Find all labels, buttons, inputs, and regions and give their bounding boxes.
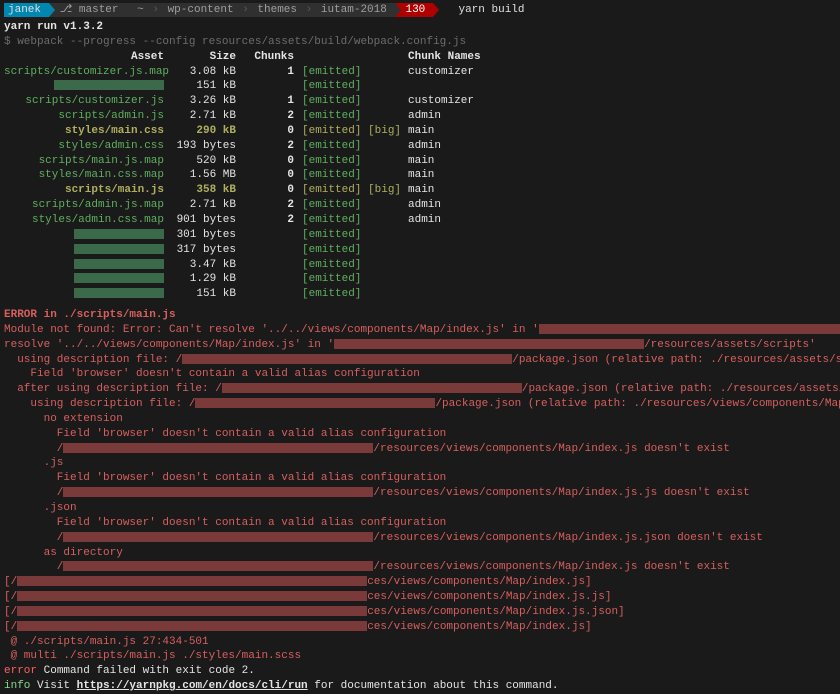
crumb-user: janek [4, 3, 49, 17]
crumb-path: ~ › wp-content › themes › iutam-2018 [127, 3, 395, 17]
error-line: using description file: //package.json (… [0, 397, 840, 412]
col-asset: Asset [4, 50, 172, 65]
error-line: [/ces/views/components/Map/index.js.js] [0, 590, 840, 605]
table-row: scripts/main.js.map520 kB0[emitted]main [0, 154, 840, 169]
table-row: 301 bytes[emitted] [0, 228, 840, 243]
table-row: 3.47 kB[emitted] [0, 258, 840, 273]
crumb-command: yarn build [433, 3, 524, 18]
asset-table-body: scripts/customizer.js.map3.08 kB1[emitte… [0, 65, 840, 303]
error-line: [/ces/views/components/Map/index.js.json… [0, 605, 840, 620]
table-row: 151 kB[emitted] [0, 79, 840, 94]
error-line: Field 'browser' doesn't contain a valid … [0, 367, 840, 382]
error-line: //resources/views/components/Map/index.j… [0, 442, 840, 457]
error-line: resolve '../../views/components/Map/inde… [0, 338, 840, 353]
error-line: //resources/views/components/Map/index.j… [0, 560, 840, 575]
error-line: @ ./scripts/main.js 27:434-501 [0, 635, 840, 650]
error-line: //resources/views/components/Map/index.j… [0, 486, 840, 501]
table-row: styles/admin.css.map901 bytes2[emitted]a… [0, 213, 840, 228]
col-chunk-names: Chunk Names [408, 50, 836, 65]
error-line: .json [0, 501, 840, 516]
error-line: Module not found: Error: Can't resolve '… [0, 323, 840, 338]
error-line: [/ces/views/components/Map/index.js] [0, 575, 840, 590]
error-line: @ multi ./scripts/main.js ./styles/main.… [0, 649, 840, 664]
error-line: as directory [0, 546, 840, 561]
col-size: Size [172, 50, 244, 65]
error-line: Field 'browser' doesn't contain a valid … [0, 516, 840, 531]
webpack-command: $ webpack --progress --config resources/… [0, 35, 840, 50]
error-line: Field 'browser' doesn't contain a valid … [0, 471, 840, 486]
error-line: //resources/views/components/Map/index.j… [0, 531, 840, 546]
error-line: Field 'browser' doesn't contain a valid … [0, 427, 840, 442]
crumb-branch: ⎇ master [49, 3, 127, 17]
table-row: styles/main.css290 kB0[emitted] [big]mai… [0, 124, 840, 139]
yarn-error: error Command failed with exit code 2. [0, 664, 840, 679]
table-row: 1.29 kB[emitted] [0, 272, 840, 287]
table-row: scripts/main.js358 kB0[emitted] [big]mai… [0, 183, 840, 198]
table-row: styles/main.css.map1.56 MB0[emitted]main [0, 168, 840, 183]
table-row: scripts/admin.js2.71 kB2[emitted]admin [0, 109, 840, 124]
error-line: after using description file: //package.… [0, 382, 840, 397]
table-row: 317 bytes[emitted] [0, 243, 840, 258]
col-emitted [302, 50, 408, 65]
table-row: scripts/customizer.js3.26 kB1[emitted]cu… [0, 94, 840, 109]
yarn-info: info Visit https://yarnpkg.com/en/docs/c… [0, 679, 840, 694]
powerline-prompt: janek ⎇ master ~ › wp-content › themes ›… [0, 0, 840, 20]
asset-table-header: Asset Size Chunks Chunk Names [0, 50, 840, 65]
error-header: ERROR in ./scripts/main.js [0, 308, 840, 323]
docs-link[interactable]: https://yarnpkg.com/en/docs/cli/run [77, 680, 308, 692]
table-row: scripts/admin.js.map2.71 kB2[emitted]adm… [0, 198, 840, 213]
yarn-version: yarn run v1.3.2 [0, 20, 840, 35]
error-line: using description file: //package.json (… [0, 353, 840, 368]
table-row: scripts/customizer.js.map3.08 kB1[emitte… [0, 65, 840, 80]
table-row: 151 kB[emitted] [0, 287, 840, 302]
error-line: [/ces/views/components/Map/index.js] [0, 620, 840, 635]
error-line: no extension [0, 412, 840, 427]
table-row: styles/admin.css193 bytes2[emitted]admin [0, 139, 840, 154]
error-line: .js [0, 456, 840, 471]
col-chunks: Chunks [244, 50, 302, 65]
